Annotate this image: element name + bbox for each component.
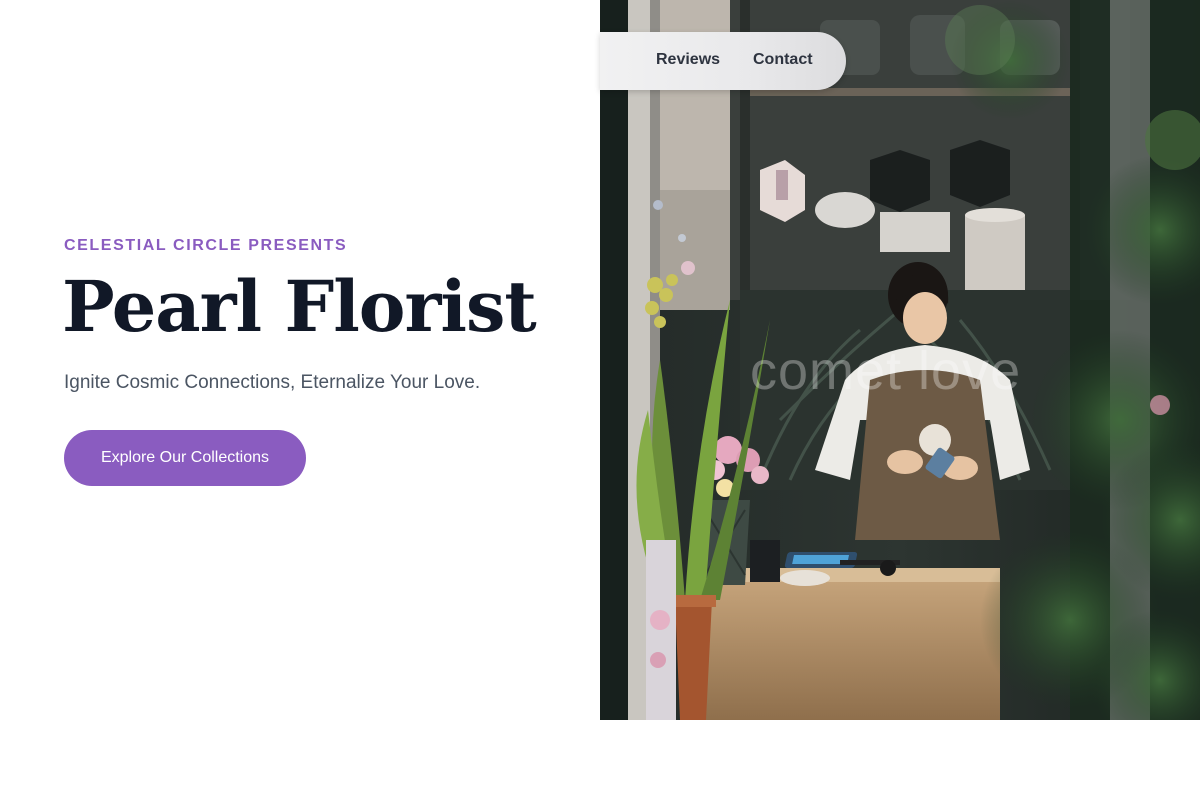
eyebrow-text: CELESTIAL CIRCLE PRESENTS (64, 237, 348, 254)
hero-photo: comet love (600, 0, 1200, 720)
overlay-text: comet love (750, 341, 1022, 401)
page: comet love ery Reviews Contact CELESTIAL… (0, 0, 1200, 800)
tagline: Ignite Cosmic Connections, Eternalize Yo… (64, 372, 481, 393)
nav-item-reviews[interactable]: Reviews (656, 51, 720, 69)
main-nav: ery Reviews Contact (600, 32, 846, 90)
nav-item-contact[interactable]: Contact (753, 51, 813, 69)
explore-collections-button[interactable]: Explore Our Collections (64, 430, 306, 486)
page-title: Pearl Florist (62, 265, 537, 348)
